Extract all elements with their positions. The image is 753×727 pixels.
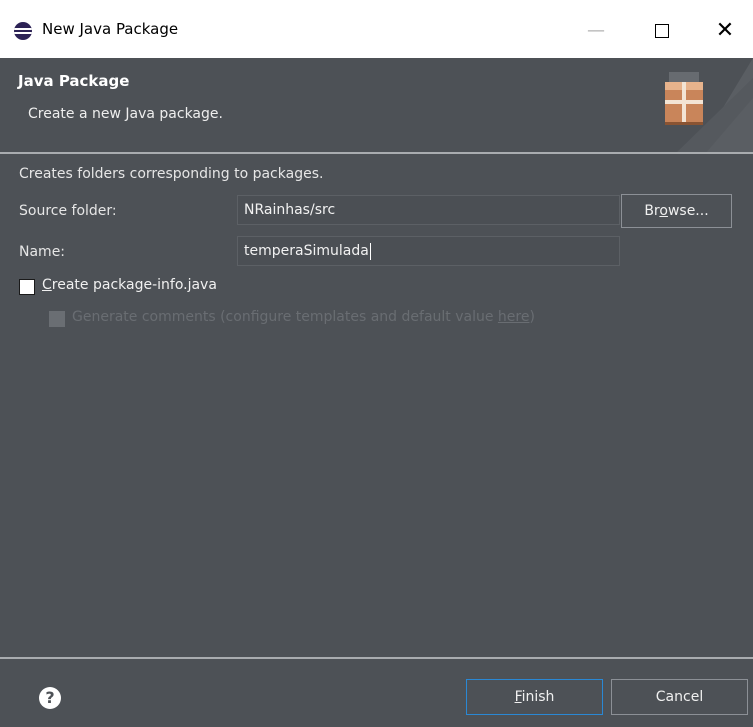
cancel-button[interactable]: Cancel xyxy=(611,679,748,715)
here-link[interactable]: here xyxy=(498,309,530,325)
source-folder-field[interactable]: NRainhas/src xyxy=(237,195,620,225)
close-icon: ✕ xyxy=(715,18,735,43)
banner-title: Java Package xyxy=(18,72,130,90)
name-field[interactable]: temperaSimulada xyxy=(237,236,620,266)
browse-label-pre: Br xyxy=(644,203,660,219)
source-folder-label: Source folder: xyxy=(19,203,117,219)
name-label: Name: xyxy=(19,244,66,260)
text-cursor xyxy=(369,242,371,260)
name-value: temperaSimulada xyxy=(244,243,369,259)
cancel-label: Cancel xyxy=(655,689,704,705)
finish-button[interactable]: Finish xyxy=(466,679,603,715)
info-text: Creates folders corresponding to package… xyxy=(19,166,324,182)
generate-comments-label: Generate comments (configure templates a… xyxy=(72,309,535,325)
generate-comments-checkbox[interactable] xyxy=(49,311,65,327)
minimize-button[interactable]: — xyxy=(566,8,626,54)
window-title: New Java Package xyxy=(42,20,179,38)
generate-comments-suffix: ) xyxy=(529,309,535,325)
source-folder-value: NRainhas/src xyxy=(244,202,336,218)
create-package-info-mnemonic: C xyxy=(42,277,52,293)
maximize-icon xyxy=(655,24,669,38)
help-icon[interactable]: ? xyxy=(39,687,61,709)
create-package-info-label[interactable]: Create package-info.java xyxy=(42,277,217,293)
finish-mnemonic: F xyxy=(514,689,522,705)
maximize-button[interactable] xyxy=(632,8,692,54)
close-button[interactable]: ✕ xyxy=(695,8,753,54)
generate-comments-text: Generate comments (configure templates a… xyxy=(72,309,498,325)
banner-description: Create a new Java package. xyxy=(28,106,223,122)
footer-separator xyxy=(0,657,753,659)
package-wizard-icon xyxy=(665,58,753,154)
wizard-banner: Java Package Create a new Java package. xyxy=(0,58,753,154)
browse-label-post: wse... xyxy=(667,203,709,219)
browse-label-mnemonic: o xyxy=(659,203,668,219)
minimize-icon: — xyxy=(587,20,605,41)
banner-separator xyxy=(0,152,753,154)
title-bar: New Java Package — ✕ xyxy=(0,0,753,58)
create-package-info-checkbox[interactable] xyxy=(19,279,35,295)
create-package-info-text: reate package-info.java xyxy=(51,277,217,293)
browse-button[interactable]: Browse... xyxy=(621,194,732,228)
eclipse-icon xyxy=(14,22,32,40)
finish-label: inish xyxy=(521,689,555,705)
